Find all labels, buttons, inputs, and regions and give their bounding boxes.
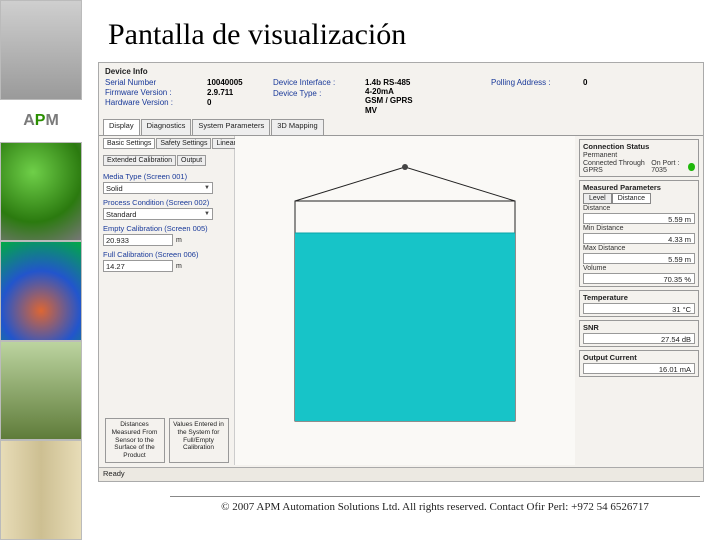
type-label: Device Type : <box>273 89 359 98</box>
empty-cal-unit: m <box>176 237 182 244</box>
volume-title: Volume <box>583 265 695 272</box>
media-type-label: Media Type (Screen 001) <box>103 172 230 181</box>
footer-copyright: © 2007 APM Automation Solutions Ltd. All… <box>170 496 700 513</box>
serial-value: 10040005 <box>207 78 267 87</box>
output-value: 16.01 mA <box>583 363 695 374</box>
app-window: Device Info Serial Number Firmware Versi… <box>98 62 704 482</box>
conn-through: Connected Through GPRS <box>583 160 651 174</box>
logo-letter: A <box>23 112 35 130</box>
page-title: Pantalla de visualización <box>108 18 720 52</box>
full-cal-value: 14.27 <box>106 262 125 271</box>
snr-value: 27.54 dB <box>583 333 695 344</box>
tab-display[interactable]: Display <box>103 119 140 135</box>
temperature-box: Temperature 31 °C <box>579 290 699 317</box>
max-dist-title: Max Distance <box>583 245 695 252</box>
tab-system-parameters[interactable]: System Parameters <box>192 119 270 135</box>
toggle-level[interactable]: Level <box>583 193 612 204</box>
media-type-value: Solid <box>106 184 123 193</box>
temp-value: 31 °C <box>583 303 695 314</box>
thumb-silo <box>0 0 82 100</box>
full-cal-unit: m <box>176 263 182 270</box>
firmware-label: Firmware Version : <box>105 88 201 97</box>
status-led-icon <box>688 163 695 171</box>
chevron-down-icon: ▼ <box>204 185 210 191</box>
empty-cal-label: Empty Calibration (Screen 005) <box>103 224 230 233</box>
status-text: Ready <box>103 469 125 478</box>
chevron-down-icon: ▼ <box>204 211 210 217</box>
output-current-box: Output Current 16.01 mA <box>579 350 699 377</box>
subtab-extended-cal[interactable]: Extended Calibration <box>103 155 176 166</box>
tank-icon <box>275 161 535 441</box>
process-cond-value: Standard <box>106 210 136 219</box>
device-info: Device Info Serial Number Firmware Versi… <box>99 63 703 119</box>
tab-diagnostics[interactable]: Diagnostics <box>141 119 192 135</box>
output-title: Output Current <box>583 353 695 362</box>
serial-label: Serial Number <box>105 78 201 87</box>
note-measured-from: Distances Measured From Sensor to the Su… <box>105 418 165 463</box>
process-cond-label: Process Condition (Screen 002) <box>103 198 230 207</box>
right-panel: Connection Status Permanent Connected Th… <box>575 136 703 465</box>
slide-sidebar: APM <box>0 0 82 540</box>
min-dist-value: 4.33 m <box>583 233 695 244</box>
tank-visualization <box>235 136 575 465</box>
firmware-value: 2.9.711 <box>207 88 267 97</box>
tab-3d-mapping[interactable]: 3D Mapping <box>271 119 323 135</box>
snr-title: SNR <box>583 323 695 332</box>
thumb-sensor <box>0 142 82 242</box>
min-dist-title: Min Distance <box>583 225 695 232</box>
type-value: MV <box>365 106 485 115</box>
measured-params-box: Measured Parameters Level Distance Dista… <box>579 180 699 287</box>
hardware-label: Hardware Version : <box>105 98 201 107</box>
thumb-agitator <box>0 341 82 441</box>
polling-value: 0 <box>583 78 633 87</box>
subtab-output[interactable]: Output <box>177 155 206 166</box>
toggle-distance[interactable]: Distance <box>612 193 651 204</box>
process-cond-select[interactable]: Standard ▼ <box>103 208 213 220</box>
max-dist-value: 5.59 m <box>583 253 695 264</box>
subtab-safety[interactable]: Safety Settings <box>156 138 211 149</box>
conn-permanent: Permanent <box>583 152 617 159</box>
hardware-value: 0 <box>207 98 267 107</box>
thumb-pipes <box>0 440 82 540</box>
thumb-mound <box>0 241 82 341</box>
distance-value: 5.59 m <box>583 213 695 224</box>
device-info-title: Device Info <box>105 67 697 76</box>
logo-apm: APM <box>0 100 82 142</box>
note-values-entered: Values Entered in the System for Full/Em… <box>169 418 229 463</box>
polling-label: Polling Address : <box>491 78 577 87</box>
snr-box: SNR 27.54 dB <box>579 320 699 347</box>
main-tabs: Display Diagnostics System Parameters 3D… <box>99 119 703 135</box>
temp-title: Temperature <box>583 293 695 302</box>
iface-label: Device Interface : <box>273 78 359 87</box>
logo-letter: M <box>45 112 58 130</box>
subtab-basic[interactable]: Basic Settings <box>103 138 155 149</box>
volume-value: 70.35 % <box>583 273 695 284</box>
empty-cal-value: 20.933 <box>106 236 129 245</box>
left-panel: Basic Settings Safety Settings Lineariza… <box>99 136 235 465</box>
logo-letter: P <box>35 112 46 130</box>
iface-value: 1.4b RS-485 4-20mA GSM / GPRS <box>365 78 485 105</box>
distance-title: Distance <box>583 205 695 212</box>
conn-title: Connection Status <box>583 142 695 151</box>
statusbar: Ready <box>99 467 703 481</box>
media-type-select[interactable]: Solid ▼ <box>103 182 213 194</box>
empty-cal-input[interactable]: 20.933 <box>103 234 173 246</box>
connection-status-box: Connection Status Permanent Connected Th… <box>579 139 699 177</box>
full-cal-label: Full Calibration (Screen 006) <box>103 250 230 259</box>
full-cal-input[interactable]: 14.27 <box>103 260 173 272</box>
conn-port: On Port : 7035 <box>651 160 688 174</box>
measured-title: Measured Parameters <box>583 183 695 192</box>
